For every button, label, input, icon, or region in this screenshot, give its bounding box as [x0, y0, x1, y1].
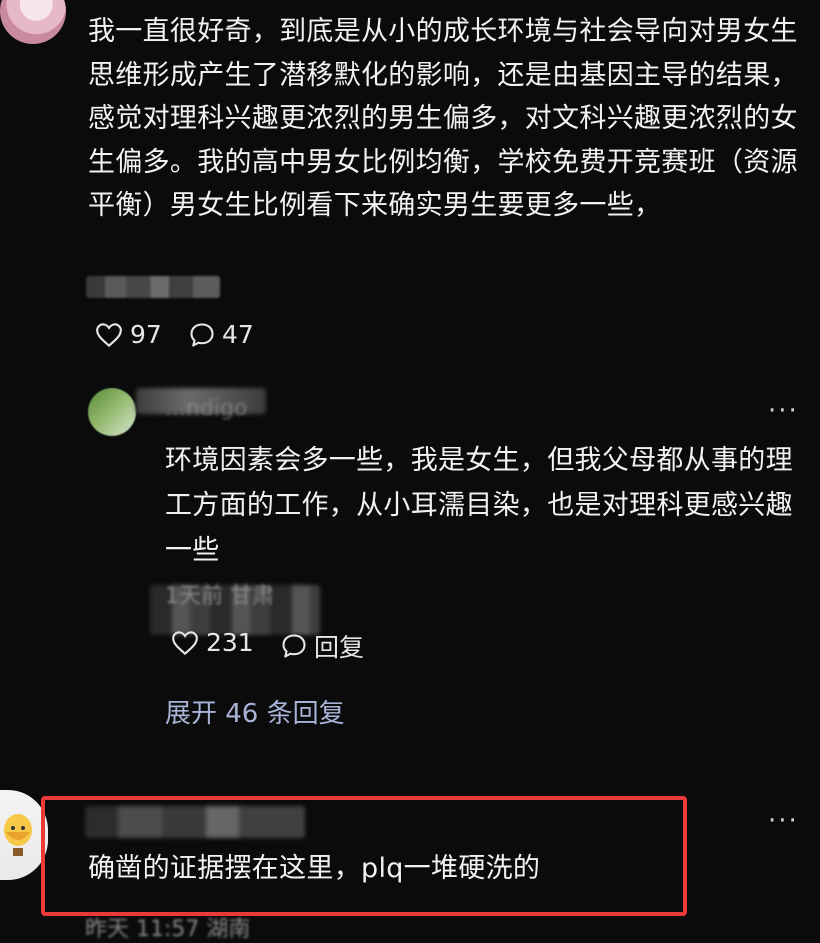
reply-text: 环境因素会多一些，我是女生，但我父母都从事的理工方面的工作，从小耳濡目染，也是对…	[165, 445, 793, 566]
reply-reply-button[interactable]: 回复	[280, 628, 364, 664]
reply-username[interactable]: ...ndigo	[165, 396, 247, 421]
comment-text: 我一直很好奇，到底是从小的成长环境与社会导向对男女生思维形成产生了潜移默化的影响…	[88, 16, 798, 221]
speech-bubble-icon	[190, 322, 214, 347]
reply-meta: 1天前 甘肃	[165, 584, 274, 609]
reply-like-count: 231	[206, 628, 254, 657]
comment-reply-count: 47	[222, 320, 254, 349]
reply-reply-label: 回复	[314, 633, 365, 662]
speech-bubble-icon	[282, 634, 306, 658]
red-highlight-box	[41, 796, 687, 916]
heart-outline-icon	[172, 630, 198, 655]
expand-replies-link[interactable]: 展开 46 条回复	[165, 693, 345, 730]
reply-like-button[interactable]: 231	[170, 628, 254, 657]
reply-avatar[interactable]	[88, 388, 136, 436]
reply-more-button[interactable]: ···	[768, 396, 799, 426]
comment-like-count: 97	[130, 320, 162, 349]
ellipsis-icon: ···	[768, 396, 799, 426]
commenter-avatar[interactable]	[0, 0, 66, 44]
ellipsis-icon: ···	[768, 806, 799, 836]
comment-like-button[interactable]: 97	[94, 320, 162, 349]
bottom-more-button[interactable]: ···	[768, 806, 799, 836]
comment-meta-blurred	[86, 276, 220, 298]
heart-outline-icon	[96, 322, 122, 347]
comment-reply-button[interactable]: 47	[188, 320, 254, 349]
